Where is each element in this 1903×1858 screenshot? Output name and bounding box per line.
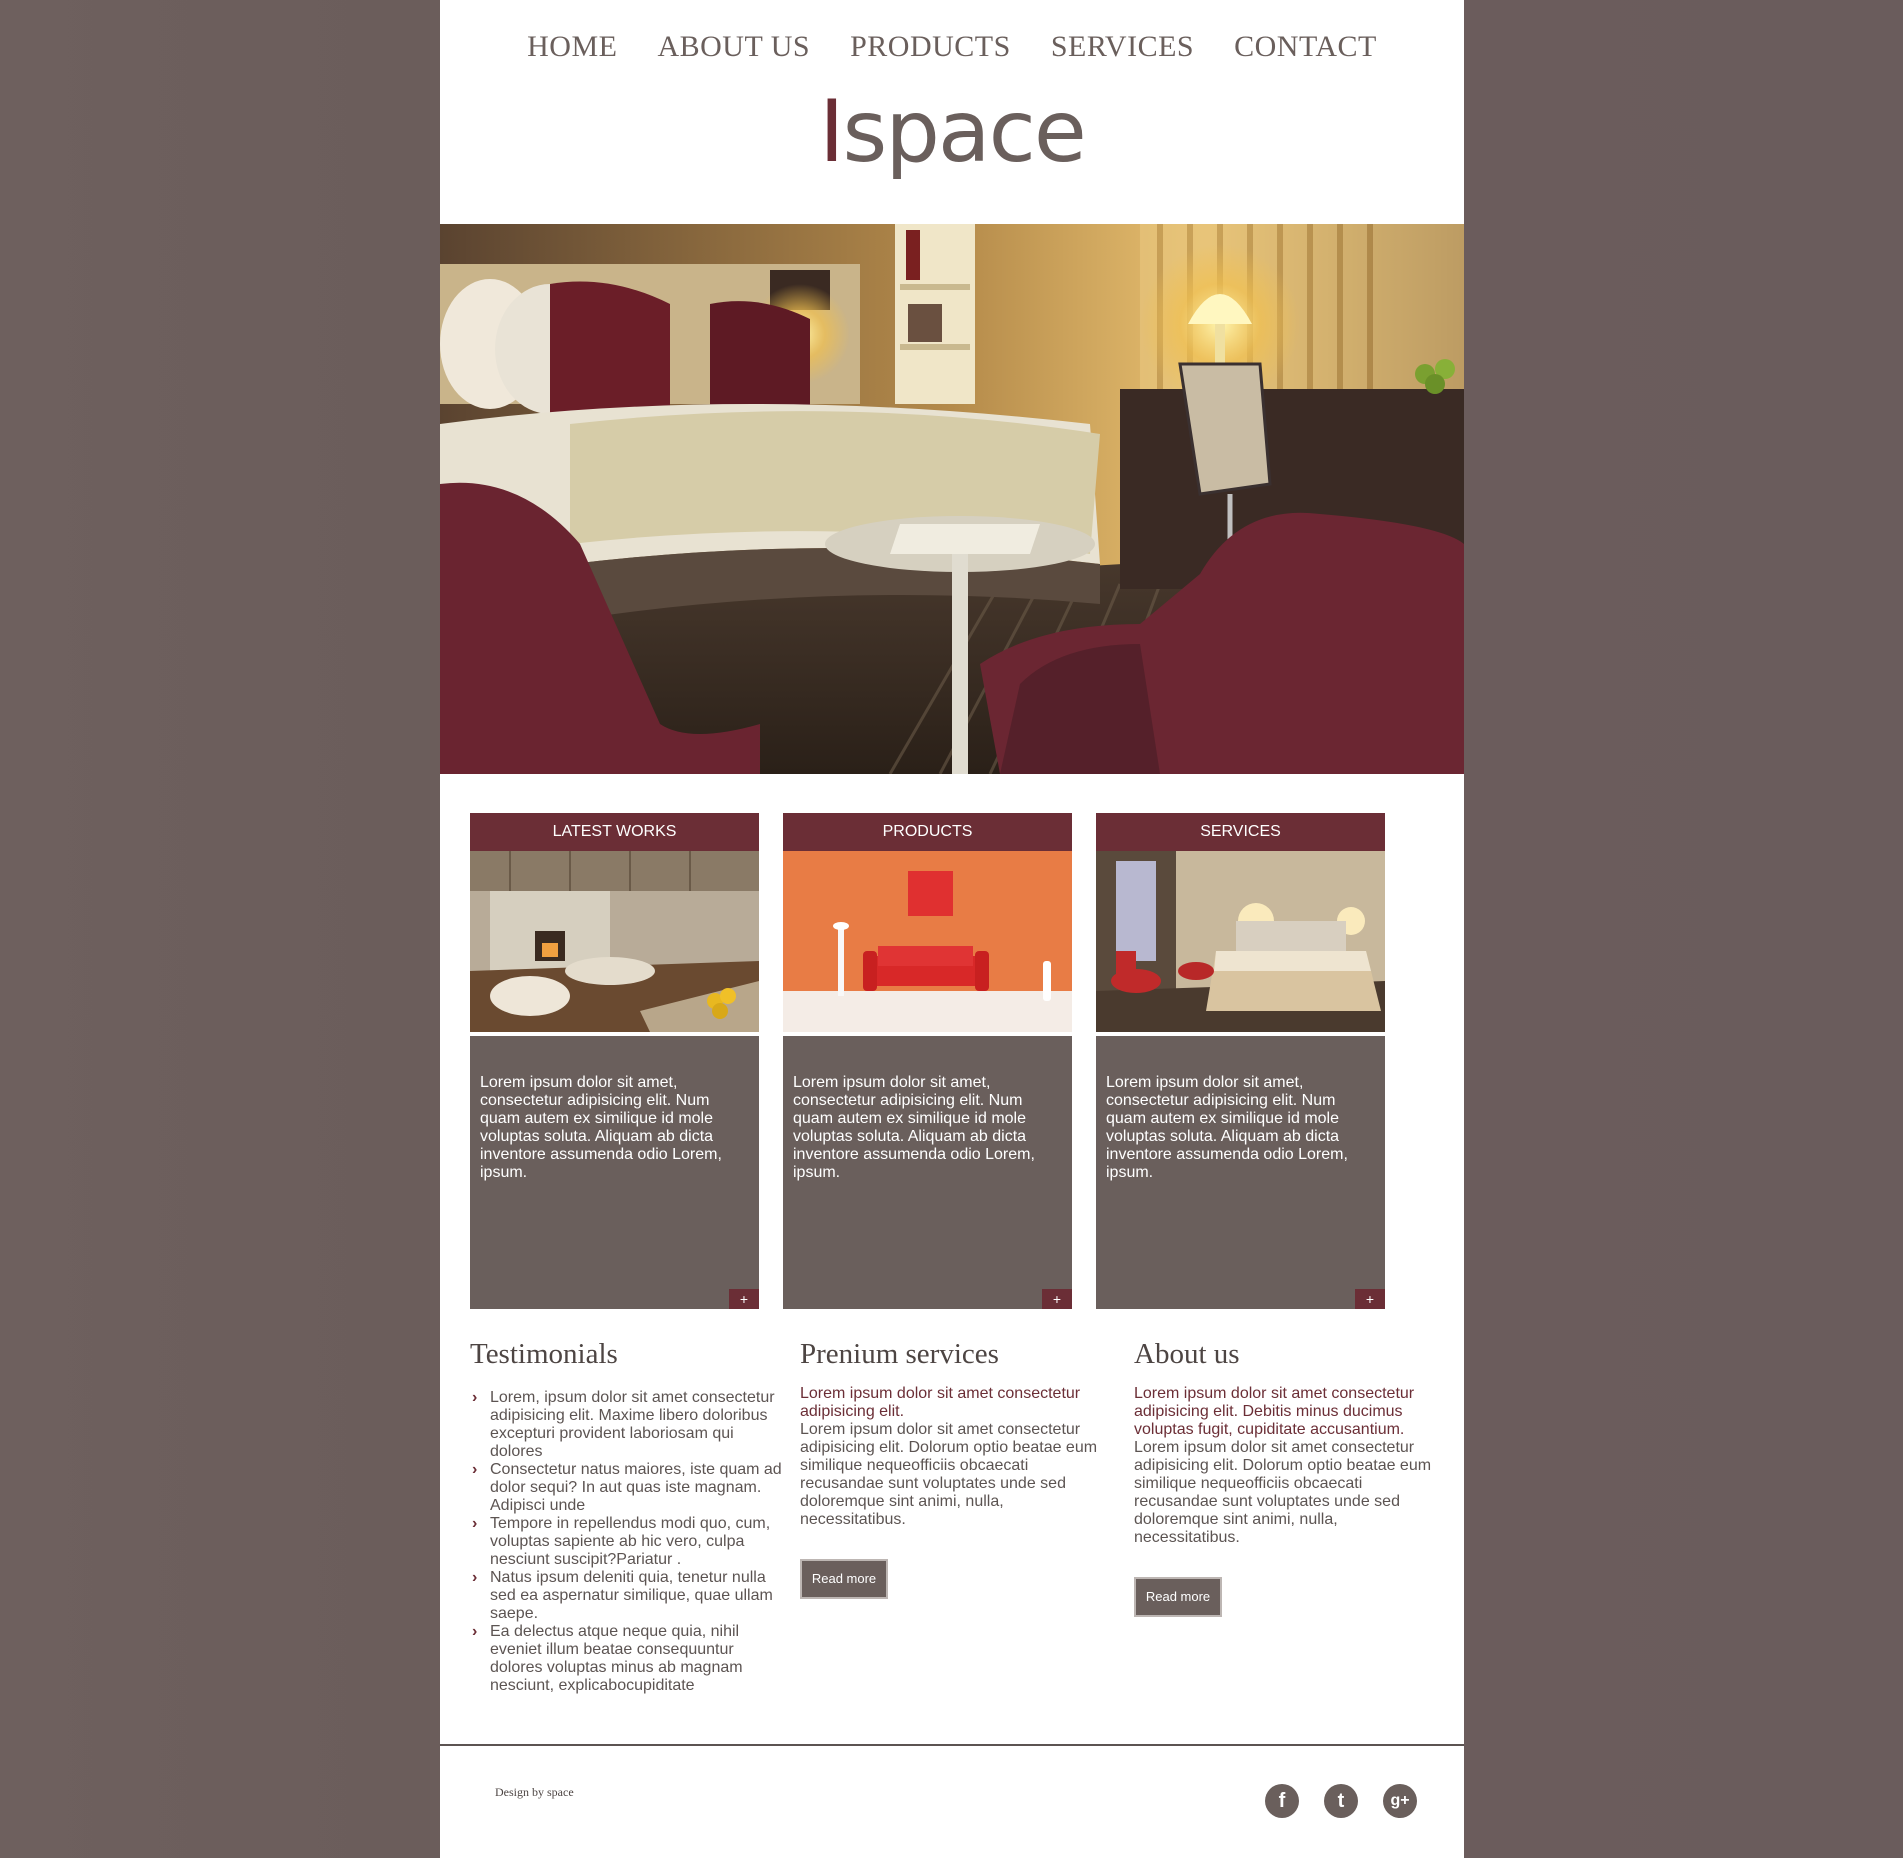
- about-us-title: About us: [1134, 1338, 1240, 1370]
- footer-divider: [440, 1744, 1464, 1746]
- list-item-text: Ea delectus atque neque quia, nihil even…: [490, 1623, 743, 1694]
- list-item: › Tempore in repellendus modi quo, cum, v…: [470, 1515, 790, 1569]
- chevron-right-icon: ›: [472, 1569, 478, 1586]
- logo-first-letter: I: [819, 82, 844, 182]
- twitter-icon[interactable]: t: [1324, 1784, 1358, 1818]
- card-text: Lorem ipsum dolor sit amet, consectetur …: [793, 1074, 1035, 1181]
- card-text: Lorem ipsum dolor sit amet, consectetur …: [1106, 1074, 1348, 1181]
- facebook-icon[interactable]: f: [1265, 1784, 1299, 1818]
- nav-products[interactable]: PRODUCTS: [850, 30, 1011, 64]
- card-title: LATEST WORKS: [470, 813, 759, 851]
- nav-contact[interactable]: CONTACT: [1234, 30, 1377, 64]
- list-item-text: Consectetur natus maiores, iste quam ad …: [490, 1461, 782, 1514]
- premium-services-title: Prenium services: [800, 1338, 999, 1370]
- card-image-red-sofa: [783, 851, 1072, 1032]
- testimonials-section: Testimonials › Lorem, ipsum dolor sit ame…: [470, 1338, 790, 1695]
- list-item-text: Tempore in repellendus modi quo, cum, vo…: [490, 1515, 771, 1568]
- card-text: Lorem ipsum dolor sit amet, consectetur …: [480, 1074, 722, 1181]
- chevron-right-icon: ›: [472, 1623, 478, 1640]
- testimonials-list: › Lorem, ipsum dolor sit amet consectetur…: [470, 1389, 790, 1695]
- list-item: › Consectetur natus maiores, iste quam ad…: [470, 1461, 790, 1515]
- list-item-text: Natus ipsum deleniti quia, tenetur nulla…: [490, 1569, 773, 1622]
- card-services: SERVICES Lorem ipsum dolor sit amet, con…: [1096, 813, 1385, 1309]
- list-item: › Ea delectus atque neque quia, nihil eve…: [470, 1623, 790, 1695]
- card-products: PRODUCTS Lorem ipsum dolor sit amet, con…: [783, 813, 1072, 1309]
- card-body: Lorem ipsum dolor sit amet, consectetur …: [783, 1036, 1072, 1309]
- chevron-right-icon: ›: [472, 1389, 478, 1406]
- card-latest-works: LATEST WORKS Lorem ipsum dolor sit amet,…: [470, 813, 759, 1309]
- page: HOME ABOUT US PRODUCTS SERVICES CONTACT …: [440, 0, 1464, 1858]
- footer-credit: Design by space: [495, 1785, 574, 1799]
- card-image-living-room: [470, 851, 759, 1032]
- hero-image: [440, 224, 1464, 774]
- nav-home[interactable]: HOME: [527, 30, 617, 64]
- nav-services[interactable]: SERVICES: [1051, 30, 1194, 64]
- card-title: PRODUCTS: [783, 813, 1072, 851]
- chevron-right-icon: ›: [472, 1515, 478, 1532]
- list-item: › Lorem, ipsum dolor sit amet consectetur…: [470, 1389, 790, 1461]
- premium-services-accent: Lorem ipsum dolor sit amet consectetur a…: [800, 1385, 1081, 1420]
- premium-services-text: Lorem ipsum dolor sit amet consectetur a…: [800, 1421, 1098, 1528]
- list-item-text: Lorem, ipsum dolor sit amet consectetur …: [490, 1389, 775, 1460]
- read-more-button[interactable]: Read more: [1134, 1577, 1222, 1617]
- plus-button[interactable]: +: [1042, 1289, 1072, 1309]
- card-title: SERVICES: [1096, 813, 1385, 851]
- main-nav: HOME ABOUT US PRODUCTS SERVICES CONTACT: [440, 30, 1464, 64]
- logo-rest: space: [842, 82, 1087, 182]
- premium-services-section: Prenium services Lorem ipsum dolor sit a…: [800, 1338, 1100, 1599]
- about-us-section: About us Lorem ipsum dolor sit amet cons…: [1134, 1338, 1434, 1617]
- card-image-bedroom: [1096, 851, 1385, 1032]
- plus-button[interactable]: +: [1355, 1289, 1385, 1309]
- plus-button[interactable]: +: [729, 1289, 759, 1309]
- card-body: Lorem ipsum dolor sit amet, consectetur …: [470, 1036, 759, 1309]
- testimonials-title: Testimonials: [470, 1338, 618, 1370]
- card-body: Lorem ipsum dolor sit amet, consectetur …: [1096, 1036, 1385, 1309]
- about-us-accent: Lorem ipsum dolor sit amet consectetur a…: [1134, 1385, 1415, 1438]
- read-more-button[interactable]: Read more: [800, 1559, 888, 1599]
- list-item: › Natus ipsum deleniti quia, tenetur null…: [470, 1569, 790, 1623]
- about-us-text: Lorem ipsum dolor sit amet consectetur a…: [1134, 1439, 1432, 1546]
- site-logo[interactable]: Ispace: [440, 82, 1464, 182]
- chevron-right-icon: ›: [472, 1461, 478, 1478]
- google-plus-icon[interactable]: g+: [1383, 1784, 1417, 1818]
- nav-about-us[interactable]: ABOUT US: [657, 30, 810, 64]
